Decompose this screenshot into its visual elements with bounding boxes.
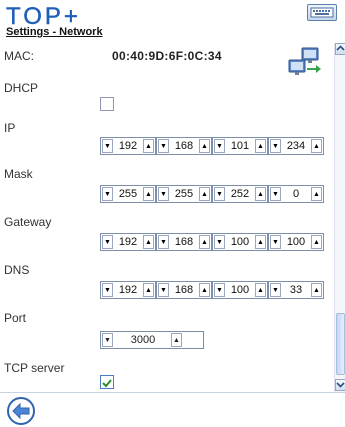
dhcp-checkbox[interactable] xyxy=(100,97,114,111)
back-arrow-icon[interactable] xyxy=(6,396,36,426)
spin-up-icon[interactable]: ▲ xyxy=(143,235,154,249)
spin-down-icon[interactable]: ▼ xyxy=(270,139,281,153)
ip-octet-1-value: 192 xyxy=(118,140,138,152)
mask-octet-4[interactable]: ▼ 0 ▲ xyxy=(268,185,324,203)
spin-down-icon[interactable]: ▼ xyxy=(158,139,169,153)
spin-down-icon[interactable]: ▼ xyxy=(214,139,225,153)
port-stepper[interactable]: ▼ 3000 ▲ xyxy=(100,331,204,349)
spin-up-icon[interactable]: ▲ xyxy=(311,139,322,153)
port-label: Port xyxy=(4,311,27,325)
spin-down-icon[interactable]: ▼ xyxy=(158,235,169,249)
mask-label: Mask xyxy=(4,167,33,181)
vertical-scrollbar[interactable] xyxy=(334,43,345,392)
spin-up-icon[interactable]: ▲ xyxy=(255,283,266,297)
spin-down-icon[interactable]: ▼ xyxy=(102,235,113,249)
spin-up-icon[interactable]: ▲ xyxy=(143,139,154,153)
dns-octet-3-value: 100 xyxy=(230,284,250,296)
bottom-toolbar xyxy=(0,392,345,427)
gateway-octet-4-value: 100 xyxy=(286,236,306,248)
ip-octet-3[interactable]: ▼ 101 ▲ xyxy=(212,137,268,155)
gateway-octet-2-value: 168 xyxy=(174,236,194,248)
dhcp-label: DHCP xyxy=(4,81,39,95)
spin-down-icon[interactable]: ▼ xyxy=(270,283,281,297)
dns-octet-2[interactable]: ▼ 168 ▲ xyxy=(156,281,212,299)
spin-up-icon[interactable]: ▲ xyxy=(171,333,182,347)
spin-down-icon[interactable]: ▼ xyxy=(102,333,113,347)
gateway-octet-1[interactable]: ▼ 192 ▲ xyxy=(100,233,156,251)
spin-down-icon[interactable]: ▼ xyxy=(214,187,225,201)
spin-up-icon[interactable]: ▲ xyxy=(255,187,266,201)
spin-up-icon[interactable]: ▲ xyxy=(199,235,210,249)
dns-octet-1[interactable]: ▼ 192 ▲ xyxy=(100,281,156,299)
spin-down-icon[interactable]: ▼ xyxy=(102,283,113,297)
dns-octet-3[interactable]: ▼ 100 ▲ xyxy=(212,281,268,299)
keyboard-button[interactable] xyxy=(307,4,337,21)
mac-value: 00:40:9D:6F:0C:34 xyxy=(112,49,222,63)
page-title: Settings - Network xyxy=(6,26,103,38)
spin-down-icon[interactable]: ▼ xyxy=(214,235,225,249)
dns-octet-2-value: 168 xyxy=(174,284,194,296)
ip-octet-4-value: 234 xyxy=(286,140,306,152)
keyboard-icon xyxy=(310,7,334,18)
top-plus-logo: TOP+ xyxy=(6,4,81,26)
spin-up-icon[interactable]: ▲ xyxy=(143,283,154,297)
spin-up-icon[interactable]: ▲ xyxy=(199,283,210,297)
spin-up-icon[interactable]: ▲ xyxy=(311,187,322,201)
logo-text: TOP+ xyxy=(6,4,81,26)
mask-octet-3-value: 252 xyxy=(230,188,250,200)
dns-octet-1-value: 192 xyxy=(118,284,138,296)
network-settings-form: MAC: 00:40:9D:6F:0C:34 DHCP IP ▼ 192 ▲ ▼ 16… xyxy=(0,40,335,392)
app-header: TOP+ Settings - Network xyxy=(0,0,345,44)
dns-octet-4-value: 33 xyxy=(289,284,303,296)
spin-up-icon[interactable]: ▲ xyxy=(199,187,210,201)
gateway-octet-4[interactable]: ▼ 100 ▲ xyxy=(268,233,324,251)
ip-octet-3-value: 101 xyxy=(230,140,250,152)
scroll-down-icon[interactable] xyxy=(335,379,345,391)
mask-octet-1-value: 255 xyxy=(118,188,138,200)
mask-octet-1[interactable]: ▼ 255 ▲ xyxy=(100,185,156,203)
port-value: 3000 xyxy=(130,334,156,346)
spin-down-icon[interactable]: ▼ xyxy=(158,187,169,201)
ip-label: IP xyxy=(4,121,16,135)
ip-octet-4[interactable]: ▼ 234 ▲ xyxy=(268,137,324,155)
dns-label: DNS xyxy=(4,263,30,277)
spin-up-icon[interactable]: ▲ xyxy=(311,235,322,249)
tcp-server-label: TCP server xyxy=(4,361,65,375)
spin-down-icon[interactable]: ▼ xyxy=(214,283,225,297)
network-connection-icon[interactable] xyxy=(286,46,322,78)
mask-octet-2[interactable]: ▼ 255 ▲ xyxy=(156,185,212,203)
mac-label: MAC: xyxy=(4,49,34,63)
mask-octet-4-value: 0 xyxy=(292,188,300,200)
spin-down-icon[interactable]: ▼ xyxy=(102,139,113,153)
mask-octet-3[interactable]: ▼ 252 ▲ xyxy=(212,185,268,203)
spin-up-icon[interactable]: ▲ xyxy=(143,187,154,201)
mask-octet-2-value: 255 xyxy=(174,188,194,200)
dns-octet-4[interactable]: ▼ 33 ▲ xyxy=(268,281,324,299)
gateway-octet-3[interactable]: ▼ 100 ▲ xyxy=(212,233,268,251)
spin-up-icon[interactable]: ▲ xyxy=(311,283,322,297)
gateway-octet-1-value: 192 xyxy=(118,236,138,248)
scrollbar-thumb[interactable] xyxy=(336,313,345,375)
spin-down-icon[interactable]: ▼ xyxy=(158,283,169,297)
spin-up-icon[interactable]: ▲ xyxy=(255,235,266,249)
scroll-up-icon[interactable] xyxy=(335,43,345,55)
ip-octet-2-value: 168 xyxy=(174,140,194,152)
gateway-octet-3-value: 100 xyxy=(230,236,250,248)
ip-octet-1[interactable]: ▼ 192 ▲ xyxy=(100,137,156,155)
ip-octet-2[interactable]: ▼ 168 ▲ xyxy=(156,137,212,155)
spin-down-icon[interactable]: ▼ xyxy=(102,187,113,201)
spin-up-icon[interactable]: ▲ xyxy=(255,139,266,153)
spin-up-icon[interactable]: ▲ xyxy=(199,139,210,153)
gateway-label: Gateway xyxy=(4,215,52,229)
spin-down-icon[interactable]: ▼ xyxy=(270,187,281,201)
tcp-server-checkbox[interactable] xyxy=(100,375,114,389)
spin-down-icon[interactable]: ▼ xyxy=(270,235,281,249)
gateway-octet-2[interactable]: ▼ 168 ▲ xyxy=(156,233,212,251)
checkmark-icon xyxy=(102,379,112,388)
